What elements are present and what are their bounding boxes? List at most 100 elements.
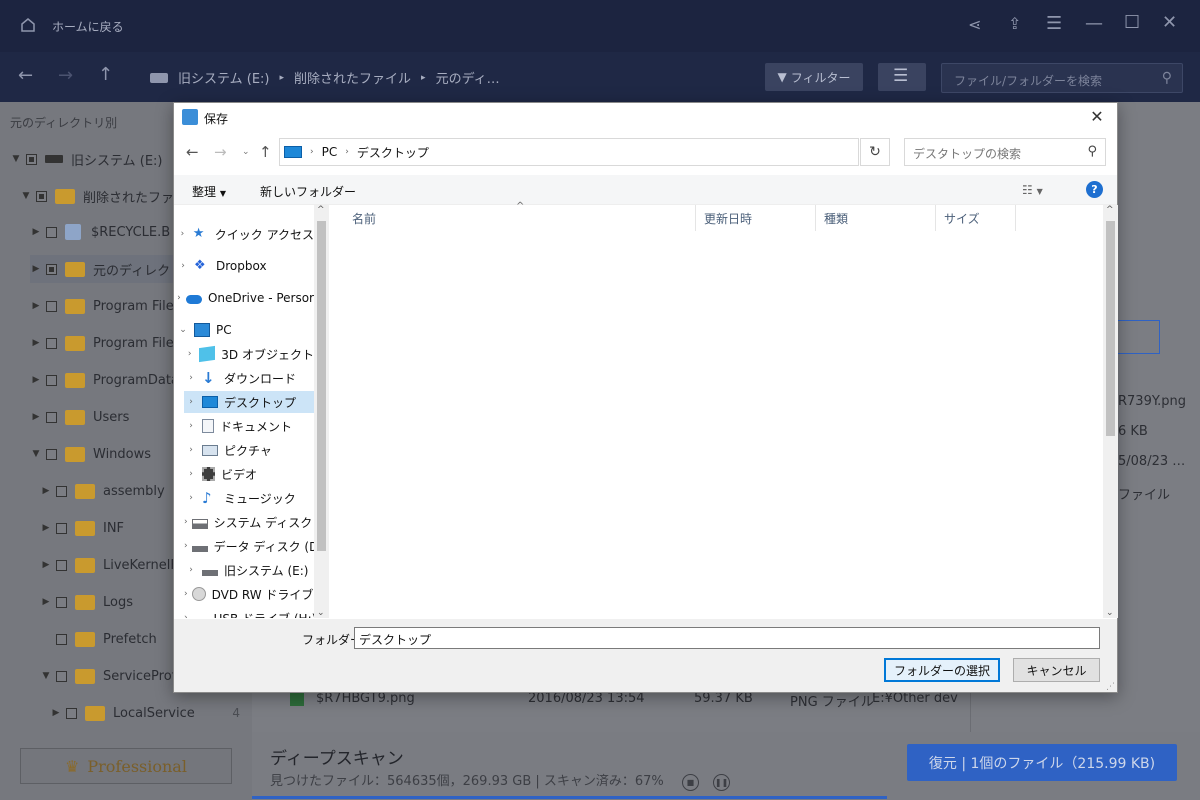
home-label[interactable]: ホームに戻る	[52, 18, 124, 35]
restore-button[interactable]: 復元 | 1個のファイル（215.99 KB)	[907, 744, 1177, 781]
chevron-right-icon[interactable]: ›	[184, 565, 198, 575]
nav-item[interactable]: › ピクチャ	[184, 439, 314, 461]
address-segment[interactable]: デスクトップ	[357, 144, 429, 161]
home-icon[interactable]	[20, 17, 36, 33]
chevron-right-icon[interactable]: ›	[176, 293, 182, 303]
organize-menu[interactable]: 整理 ▼	[192, 183, 226, 200]
chevron-right-icon[interactable]: ›	[184, 445, 198, 455]
checkbox[interactable]	[26, 153, 37, 165]
checkbox[interactable]	[56, 670, 67, 682]
checkbox[interactable]	[46, 411, 57, 423]
chevron-right-icon[interactable]: ›	[176, 229, 189, 239]
chevron-right-icon[interactable]: ›	[184, 613, 188, 618]
expand-icon[interactable]: ▶	[40, 597, 52, 607]
scroll-thumb[interactable]	[1106, 221, 1115, 436]
select-folder-button[interactable]: フォルダーの選択	[884, 658, 1000, 682]
address-segment[interactable]: PC	[322, 145, 338, 159]
refresh-icon[interactable]: ↻	[860, 138, 890, 166]
nav-item-dropbox[interactable]: › ❖ Dropbox	[176, 255, 314, 277]
column-header-type[interactable]: 種類	[816, 205, 936, 231]
chevron-right-icon[interactable]: ›	[176, 261, 190, 271]
scroll-down-icon[interactable]: ⌄	[317, 608, 325, 618]
expand-icon[interactable]: ▶	[40, 523, 52, 533]
nav-item[interactable]: › ↓ ダウンロード	[184, 367, 314, 389]
dialog-close-icon[interactable]: ✕	[1085, 105, 1109, 129]
chevron-right-icon[interactable]: ›	[184, 349, 195, 359]
nav-scrollbar[interactable]: ^ ⌄	[314, 205, 329, 618]
chevron-right-icon[interactable]: ›	[184, 373, 198, 383]
stop-icon[interactable]: ■	[681, 774, 699, 791]
checkbox[interactable]	[56, 485, 67, 497]
nav-item-pc[interactable]: ⌄ PC	[176, 319, 314, 341]
checkbox[interactable]	[56, 633, 67, 645]
expand-icon[interactable]: ▶	[30, 375, 42, 385]
view-options-icon[interactable]: ☷ ▼	[1022, 183, 1043, 197]
nav-item[interactable]: › ビデオ	[184, 463, 314, 485]
content-scrollbar[interactable]: ^ ⌄	[1103, 205, 1118, 618]
chevron-right-icon[interactable]: ›	[184, 589, 188, 599]
expand-icon[interactable]: ▶	[30, 301, 42, 311]
share-icon[interactable]: ⋖	[968, 15, 981, 34]
close-icon[interactable]: ✕	[1162, 12, 1177, 33]
tree-item[interactable]: ▶ LocalService 4	[50, 699, 240, 727]
back-arrow-icon[interactable]: ←	[18, 65, 33, 86]
nav-item[interactable]: › システム ディスク (C	[184, 511, 314, 533]
nav-item[interactable]: › 3D オブジェクト	[184, 343, 314, 365]
chevron-right-icon[interactable]: ›	[184, 541, 188, 551]
dialog-search-input[interactable]: デスクトップの検索 ⚲	[904, 138, 1106, 166]
checkbox[interactable]	[46, 374, 57, 386]
chevron-down-icon[interactable]: ⌄	[176, 325, 190, 335]
checkbox[interactable]	[46, 337, 57, 349]
scroll-thumb[interactable]	[317, 221, 326, 551]
expand-icon[interactable]: ▶	[40, 560, 52, 570]
column-header-size[interactable]: サイズ	[936, 205, 1016, 231]
folder-input[interactable]: デスクトップ	[354, 627, 1100, 649]
breadcrumb-item[interactable]: 削除されたファイル	[294, 68, 411, 87]
checkbox[interactable]	[46, 226, 57, 238]
help-icon[interactable]: ?	[1086, 181, 1103, 198]
column-header-name[interactable]: 名前	[344, 205, 696, 231]
resize-grip-icon[interactable]: ⋰	[1106, 682, 1115, 692]
professional-button[interactable]: ♛ Professional	[20, 748, 232, 784]
view-menu-button[interactable]: ☰	[878, 63, 926, 91]
scroll-up-icon[interactable]: ^	[317, 205, 325, 215]
nav-item[interactable]: › USB ドライブ (H:)	[184, 607, 314, 619]
filter-button[interactable]: ▼ フィルター	[765, 63, 863, 91]
scroll-down-icon[interactable]: ⌄	[1106, 608, 1114, 618]
pause-icon[interactable]: ❚❚	[713, 774, 731, 791]
column-header-modified[interactable]: 更新日時	[696, 205, 816, 231]
chevron-right-icon[interactable]: ›	[184, 421, 198, 431]
back-arrow-icon[interactable]: ←	[186, 143, 199, 161]
expand-icon[interactable]: ▶	[30, 227, 42, 237]
nav-item-onedrive[interactable]: › OneDrive - Persor	[176, 287, 314, 309]
maximize-icon[interactable]: ☐	[1124, 12, 1140, 33]
checkbox[interactable]	[56, 596, 67, 608]
nav-item[interactable]: › ドキュメント	[184, 415, 314, 437]
chevron-right-icon[interactable]: ›	[184, 397, 198, 407]
breadcrumb-item[interactable]: 元のディ…	[436, 68, 500, 87]
expand-icon[interactable]: ▶	[30, 412, 42, 422]
menu-icon[interactable]: ☰	[1046, 13, 1062, 34]
address-bar[interactable]: › PC › デスクトップ ⌄	[279, 138, 948, 166]
checkbox[interactable]	[66, 707, 77, 719]
expand-icon[interactable]: ▶	[30, 264, 42, 274]
forward-arrow-icon[interactable]: →	[214, 143, 227, 161]
checkbox[interactable]	[46, 300, 57, 312]
checkbox[interactable]	[56, 559, 67, 571]
collapse-icon[interactable]: ▼	[20, 191, 32, 201]
export-icon[interactable]: ⇪	[1008, 14, 1021, 33]
up-arrow-icon[interactable]: ↑	[259, 143, 272, 161]
nav-item-quick-access[interactable]: › ★ クイック アクセス	[176, 223, 314, 245]
checkbox[interactable]	[46, 448, 57, 460]
breadcrumb-item[interactable]: 旧システム (E:)	[178, 68, 269, 87]
chevron-right-icon[interactable]: ›	[184, 517, 188, 527]
expand-icon[interactable]: ▶	[40, 486, 52, 496]
scroll-up-icon[interactable]: ^	[1106, 205, 1114, 215]
chevron-right-icon[interactable]: ›	[184, 493, 198, 503]
collapse-icon[interactable]: ▼	[30, 449, 42, 459]
search-input[interactable]: ファイル/フォルダーを検索 ⚲	[941, 63, 1183, 93]
collapse-icon[interactable]: ▼	[40, 671, 52, 681]
checkbox[interactable]	[56, 522, 67, 534]
expand-icon[interactable]: ▶	[30, 338, 42, 348]
chevron-right-icon[interactable]: ›	[184, 469, 198, 479]
